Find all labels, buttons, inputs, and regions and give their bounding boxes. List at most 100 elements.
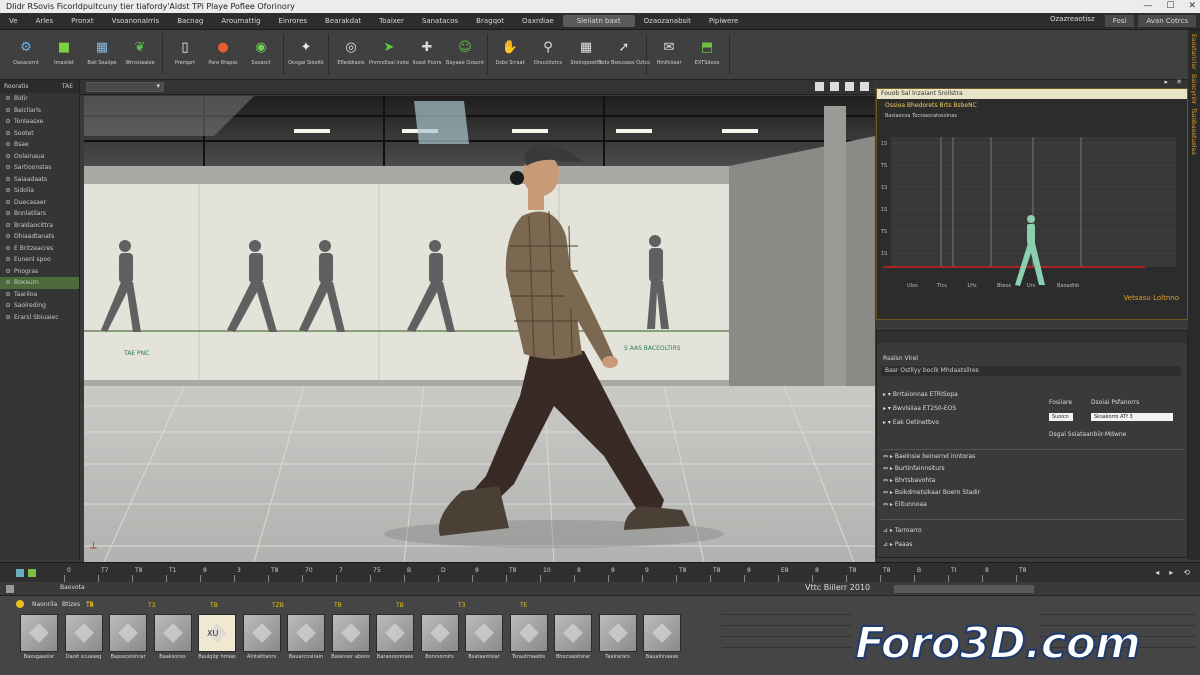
expand-icon[interactable]: ▸ ▾: [883, 419, 893, 426]
property-bottom-item[interactable]: ⊿ ▸ Tarroarro: [883, 527, 922, 534]
asset-thumbnail[interactable]: [153, 614, 192, 652]
property-list-item[interactable]: ⇔ ▸ Bhrtsbavohta: [883, 477, 935, 484]
visibility-icon[interactable]: [6, 165, 10, 169]
toggle-icon[interactable]: ⊿ ▸: [883, 527, 895, 534]
outliner-item-selected[interactable]: Boxaurn: [0, 277, 79, 289]
outliner-item[interactable]: Beicliarls: [0, 105, 79, 117]
menu-right-1[interactable]: Fosi: [1104, 15, 1135, 27]
outliner-item[interactable]: Sootet: [0, 128, 79, 140]
maximize-view-icon[interactable]: [860, 82, 869, 91]
tool-4-3[interactable]: ➚ Tsdo Bseusaos Ozlxs: [598, 34, 649, 74]
visibility-icon[interactable]: [6, 119, 10, 123]
asset-thumbnail[interactable]: [598, 614, 637, 652]
tool-0-3[interactable]: ❦ Wrrosiaaioe: [121, 34, 159, 74]
tool-0-1[interactable]: ■ Imasilet: [45, 34, 83, 74]
side-tab-1[interactable]: Baiocyrinr: [1190, 74, 1197, 104]
view-selector[interactable]: ▾: [86, 82, 164, 92]
menu-item-1[interactable]: Arles: [27, 17, 63, 25]
asset-thumbnail[interactable]: [331, 614, 370, 652]
close-panel-icon[interactable]: ✕: [1176, 78, 1182, 86]
link-icon[interactable]: ⇔ ▸: [883, 453, 895, 460]
visibility-icon[interactable]: [6, 303, 10, 307]
outliner-item[interactable]: Bidir: [0, 93, 79, 105]
link-icon[interactable]: ⇔ ▸: [883, 489, 895, 496]
asset-thumbnail[interactable]: [465, 614, 503, 652]
visibility-icon[interactable]: [6, 188, 10, 192]
pin-icon[interactable]: ▸: [1164, 78, 1168, 86]
outliner-item[interactable]: Dhiaadtanats: [0, 231, 79, 243]
link-icon[interactable]: ⇔ ▸: [883, 501, 895, 508]
menu-right-0[interactable]: Ozazreaotisz: [1044, 15, 1101, 27]
field1-input[interactable]: Suoicn: [1049, 413, 1073, 421]
menu-item-after-0[interactable]: Ozaozanabsit: [635, 17, 700, 25]
maximize-icon[interactable]: ☐: [1166, 0, 1174, 13]
tool-4-2[interactable]: ▦ Stoinqesetts: [567, 34, 605, 74]
property-bottom-item[interactable]: ⊿ ▸ Paaas: [883, 541, 912, 548]
layout-icon[interactable]: [845, 82, 854, 91]
visibility-icon[interactable]: [6, 153, 10, 158]
property-row[interactable]: ▸ ▾ Eak Oetinetbvo: [883, 419, 939, 426]
property-row[interactable]: ▸ ▾ Bwvlsiiaa ET2S0-EOS: [883, 405, 956, 412]
visibility-icon[interactable]: [6, 107, 10, 112]
menu-item-7[interactable]: Bearakdat: [316, 17, 370, 25]
tool-5-1[interactable]: ⬒ EXTSdoos: [688, 34, 726, 74]
next-frame-icon[interactable]: ▸: [1169, 568, 1173, 577]
visibility-icon[interactable]: [6, 234, 10, 238]
outliner-badge[interactable]: TAE: [62, 80, 73, 93]
visibility-icon[interactable]: [6, 96, 10, 100]
menu-item-4[interactable]: Bacnag: [168, 17, 212, 25]
visibility-icon[interactable]: [6, 130, 10, 135]
settings-icon[interactable]: [830, 82, 839, 91]
visibility-icon[interactable]: [6, 142, 10, 146]
outliner-item[interactable]: Bnnlatilars: [0, 208, 79, 220]
tool-0-2[interactable]: ▦ Baii Seaiipe: [83, 34, 121, 74]
menu-item-8[interactable]: Toaixer: [370, 17, 413, 25]
menu-item-after-1[interactable]: Pipiwere: [700, 17, 747, 25]
tool-2-0[interactable]: ✦ Oosgai Siooitk: [287, 34, 325, 74]
outliner-item[interactable]: Saolreding: [0, 300, 79, 312]
visibility-icon[interactable]: [6, 268, 10, 273]
expand-icon[interactable]: ▸ ▾: [883, 391, 893, 398]
asset-path[interactable]: Baovota: [60, 584, 85, 591]
visibility-icon[interactable]: [6, 314, 10, 319]
property-list-item[interactable]: ⇔ ▸ Elitunnoaa: [883, 501, 927, 508]
outliner-item[interactable]: Erarsl Sbiuaiec: [0, 312, 79, 324]
asset-thumbnail[interactable]: [242, 614, 281, 652]
outliner-item[interactable]: Pnogras: [0, 266, 79, 278]
outliner-item[interactable]: Bsae: [0, 139, 79, 151]
toggle-icon[interactable]: ⊿ ▸: [883, 541, 895, 548]
asset-search-input[interactable]: [894, 585, 1034, 593]
outliner-item[interactable]: Taariloa: [0, 289, 79, 301]
tool-5-0[interactable]: ✉ Hinifsiiaar: [650, 34, 688, 74]
asset-thumbnail[interactable]: [64, 614, 103, 652]
tool-3-0[interactable]: ◎ Efleddiaois: [332, 34, 370, 74]
asset-thumbnail[interactable]: [109, 614, 147, 652]
prev-frame-icon[interactable]: ◂: [1155, 568, 1159, 577]
outliner-item[interactable]: E Britzeacres: [0, 243, 79, 255]
outliner-item[interactable]: Braldaocittra: [0, 220, 79, 232]
side-tab-2[interactable]: Tsaobaoatuelaa: [1190, 108, 1197, 155]
outliner-item[interactable]: Eunenl spoo: [0, 254, 79, 266]
tool-1-2[interactable]: ◉ Ssoasct: [242, 34, 280, 74]
camera-icon[interactable]: [815, 82, 824, 91]
asset-thumbnail[interactable]: [376, 614, 414, 652]
outliner-item[interactable]: Sartioonstas: [0, 162, 79, 174]
outliner-item[interactable]: Sidolia: [0, 185, 79, 197]
property-list-item[interactable]: ⇔ ▸ Burtinfainnsiturs: [883, 465, 945, 472]
expand-icon[interactable]: ▸ ▾: [883, 405, 893, 412]
visibility-icon[interactable]: [6, 257, 10, 261]
asset-thumbnail[interactable]: [287, 614, 325, 652]
close-icon[interactable]: ✕: [1188, 0, 1196, 13]
asset-thumbnail[interactable]: XU: [198, 614, 236, 652]
folder-icon[interactable]: [6, 585, 14, 593]
tool-3-1[interactable]: ➤ Pnmndlsai inote: [369, 34, 409, 74]
motion-curve-graph[interactable]: 1S TS 1S 1S TS 1S Ulos Tlcs 1Hs Bteos Urs Baoadhb: [877, 129, 1187, 289]
outliner-item[interactable]: Oolainaua: [0, 151, 79, 163]
menu-item-active[interactable]: Sleiiatn baxt: [562, 15, 635, 27]
tool-1-1[interactable]: ● Pare Rtapss: [204, 34, 242, 74]
tool-4-0[interactable]: ✋ Dsbs Srraat: [491, 34, 529, 74]
menu-right-2[interactable]: Avan Cotrcs: [1138, 15, 1196, 27]
outliner-item[interactable]: Saiaadaats: [0, 174, 79, 186]
menu-item-11[interactable]: Oaxrdiae: [513, 17, 563, 25]
menu-item-2[interactable]: Pronxt: [62, 17, 102, 25]
